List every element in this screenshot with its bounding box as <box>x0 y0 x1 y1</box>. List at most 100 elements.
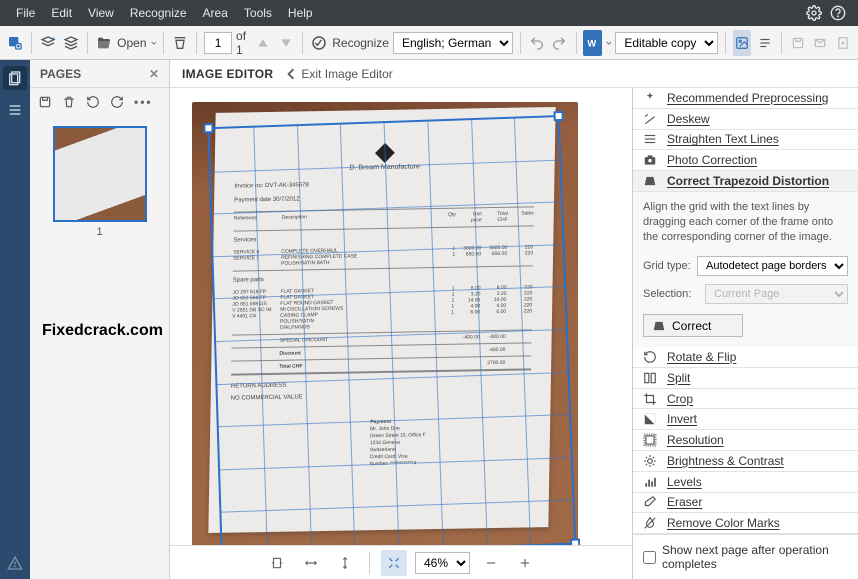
tool-invert[interactable]: Invert <box>633 409 858 430</box>
tool-crop-label: Crop <box>667 392 693 406</box>
language-select[interactable]: English; German <box>393 32 513 54</box>
menu-edit[interactable]: Edit <box>43 0 80 26</box>
editable-copy-select[interactable]: Editable copy <box>615 32 718 54</box>
main-area: IMAGE EDITOR Exit Image Editor D. Bream … <box>170 60 858 579</box>
export-button[interactable] <box>833 30 851 56</box>
open-folder-icon[interactable] <box>95 30 113 56</box>
selection-select[interactable]: Current Page <box>705 284 848 304</box>
layers-button[interactable] <box>62 30 80 56</box>
trapezoid-description: Align the grid with the text lines by dr… <box>633 192 858 253</box>
page-thumbnail[interactable] <box>53 126 147 222</box>
grid-handle-tl[interactable] <box>203 123 213 133</box>
tool-photo-label: Photo Correction <box>667 153 757 167</box>
fit-width-button[interactable] <box>298 550 324 576</box>
tool-rotate-label: Rotate & Flip <box>667 350 736 364</box>
open-label[interactable]: Open <box>117 36 146 50</box>
selection-label: Selection: <box>643 288 699 300</box>
tool-rotate[interactable]: Rotate & Flip <box>633 347 858 368</box>
left-rail <box>0 60 30 579</box>
text-view-button[interactable] <box>755 30 773 56</box>
tool-removecolor-label: Remove Color Marks <box>667 516 780 530</box>
image-editor-title: IMAGE EDITOR <box>182 67 273 81</box>
help-icon[interactable] <box>826 1 850 25</box>
tool-straighten-label: Straighten Text Lines <box>667 132 779 146</box>
page-number-input[interactable] <box>204 32 232 54</box>
page-up-button[interactable] <box>254 30 272 56</box>
new-task-button[interactable] <box>6 30 24 56</box>
chevron-down-icon[interactable] <box>606 39 612 47</box>
close-pages-icon[interactable]: ✕ <box>149 67 159 81</box>
zoom-select[interactable]: 46% <box>415 552 470 574</box>
word-export-button[interactable]: W <box>583 30 601 56</box>
tool-recommended[interactable]: Recommended Preprocessing <box>633 88 858 109</box>
delete-page-icon[interactable] <box>62 95 76 109</box>
remove-color-icon <box>641 514 659 532</box>
split-icon <box>641 369 659 387</box>
menu-file[interactable]: File <box>8 0 43 26</box>
tool-crop[interactable]: Crop <box>633 389 858 410</box>
gear-icon[interactable] <box>802 1 826 25</box>
trapezoid-icon <box>652 319 666 333</box>
image-view-button[interactable] <box>733 30 751 56</box>
magic-icon <box>641 89 659 107</box>
add-page-button[interactable] <box>39 30 57 56</box>
tool-resolution[interactable]: Resolution <box>633 430 858 451</box>
tool-brightness[interactable]: Brightness & Contrast <box>633 451 858 472</box>
tool-remove-color[interactable]: Remove Color Marks <box>633 513 858 534</box>
undo-button[interactable] <box>528 30 546 56</box>
canvas-toolbar: 46% <box>170 545 632 579</box>
tool-split-label: Split <box>667 371 690 385</box>
tool-trapezoid-label: Correct Trapezoid Distortion <box>667 174 829 188</box>
tool-levels[interactable]: Levels <box>633 472 858 493</box>
redo-button[interactable] <box>550 30 568 56</box>
actual-size-button[interactable] <box>381 550 407 576</box>
zoom-out-button[interactable] <box>478 550 504 576</box>
menu-area[interactable]: Area <box>195 0 236 26</box>
menu-tools[interactable]: Tools <box>236 0 280 26</box>
pages-tab-icon[interactable] <box>3 66 27 90</box>
correct-button[interactable]: Correct <box>643 314 743 337</box>
page-down-button[interactable] <box>277 30 295 56</box>
recognize-label[interactable]: Recognize <box>332 36 389 50</box>
levels-icon <box>641 473 659 491</box>
svg-text:W: W <box>588 38 597 48</box>
tool-deskew[interactable]: Deskew <box>633 109 858 130</box>
scan-button[interactable] <box>171 30 189 56</box>
tool-brightness-label: Brightness & Contrast <box>667 454 784 468</box>
tool-trapezoid[interactable]: Correct Trapezoid Distortion <box>633 171 858 192</box>
straighten-icon <box>641 130 659 148</box>
tool-photo-correction[interactable]: Photo Correction <box>633 150 858 171</box>
trapezoid-grid[interactable] <box>207 115 576 545</box>
menu-view[interactable]: View <box>80 0 122 26</box>
save-button[interactable] <box>789 30 807 56</box>
tool-split[interactable]: Split <box>633 368 858 389</box>
pages-title: PAGES <box>40 67 81 81</box>
menu-help[interactable]: Help <box>280 0 321 26</box>
grid-handle-tr[interactable] <box>553 111 563 121</box>
gridtype-select[interactable]: Autodetect page borders <box>697 256 848 276</box>
watermark: Fixedcrack.com <box>42 322 163 340</box>
chevron-down-icon[interactable] <box>151 39 157 47</box>
recognize-icon[interactable] <box>310 30 328 56</box>
image-canvas[interactable]: D. Bream Manufacture Invoice no: DVT-AK-… <box>170 88 632 545</box>
fit-page-button[interactable] <box>264 550 290 576</box>
rotate-right-icon[interactable] <box>110 95 124 109</box>
grid-handle-br[interactable] <box>570 538 580 545</box>
send-button[interactable] <box>811 30 829 56</box>
more-icon[interactable]: ••• <box>134 95 153 109</box>
tool-eraser[interactable]: Eraser <box>633 493 858 514</box>
zoom-in-button[interactable] <box>512 550 538 576</box>
save-page-icon[interactable] <box>38 95 52 109</box>
invert-icon <box>641 410 659 428</box>
rotate-left-icon[interactable] <box>86 95 100 109</box>
show-next-page-checkbox[interactable] <box>643 551 656 564</box>
fit-height-button[interactable] <box>332 550 358 576</box>
tool-straighten[interactable]: Straighten Text Lines <box>633 130 858 151</box>
list-tab-icon[interactable] <box>3 98 27 122</box>
menu-recognize[interactable]: Recognize <box>122 0 195 26</box>
warning-icon[interactable] <box>7 555 23 571</box>
exit-image-editor-button[interactable]: Exit Image Editor <box>285 67 392 81</box>
tool-resolution-label: Resolution <box>667 433 724 447</box>
tool-levels-label: Levels <box>667 475 702 489</box>
exit-image-editor-label: Exit Image Editor <box>301 67 392 81</box>
